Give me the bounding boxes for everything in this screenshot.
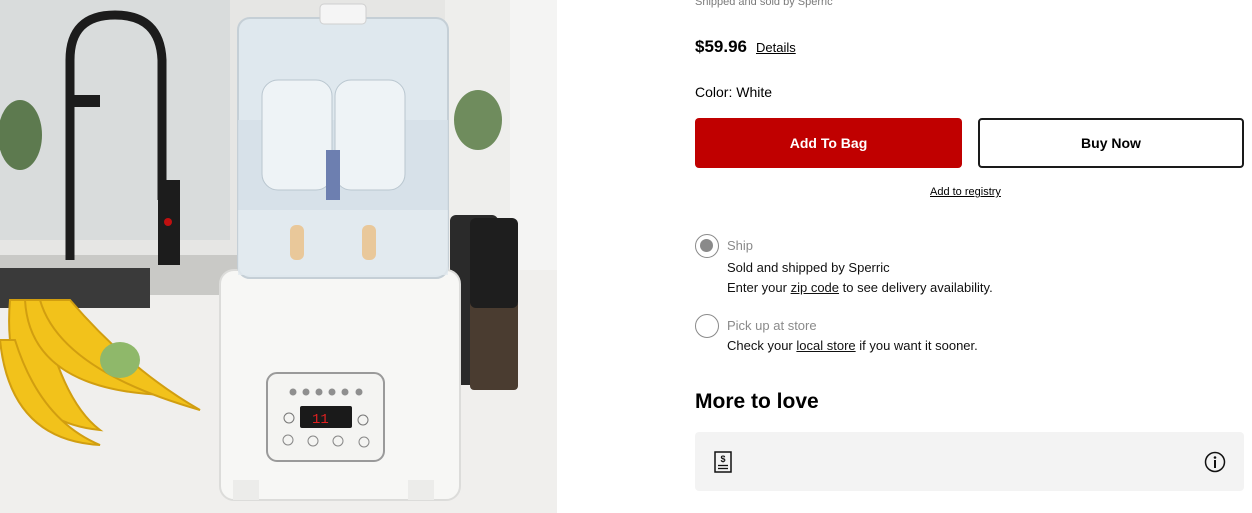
svg-text:11: 11 [312, 412, 329, 428]
svg-text:$: $ [720, 454, 725, 464]
pickup-title: Pick up at store [727, 318, 817, 333]
more-to-love-card[interactable]: $ [695, 432, 1244, 491]
pickup-store-line: Check your local store if you want it so… [727, 338, 978, 353]
ship-zip-line: Enter your zip code to see delivery avai… [727, 280, 993, 295]
pickup-suffix: if you want it sooner. [855, 338, 978, 353]
buy-now-button[interactable]: Buy Now [978, 118, 1244, 168]
zip-code-link[interactable]: zip code [791, 280, 839, 295]
details-link[interactable]: Details [756, 40, 796, 55]
local-store-link[interactable]: local store [796, 338, 855, 353]
ship-radio[interactable] [695, 234, 719, 258]
receipt-dollar-icon: $ [714, 451, 732, 478]
ship-zip-suffix: to see delivery availability. [839, 280, 993, 295]
seller-text: Shipped and sold by Sperric [695, 0, 833, 8]
ship-zip-prefix: Enter your [727, 280, 791, 295]
info-icon[interactable] [1204, 451, 1226, 478]
color-label: Color: White [695, 84, 773, 100]
product-image[interactable]: 11 [0, 0, 557, 513]
ship-title: Ship [727, 238, 754, 253]
pickup-prefix: Check your [727, 338, 797, 353]
pickup-radio[interactable] [695, 314, 719, 338]
ship-seller-text: Sold and shipped by Sperric [727, 260, 890, 275]
price: $59.96 [695, 37, 747, 56]
add-to-bag-button[interactable]: Add To Bag [695, 118, 962, 168]
more-to-love-title: More to love [695, 390, 819, 413]
price-row: $59.96 Details [695, 37, 796, 57]
add-to-registry-link[interactable]: Add to registry [930, 186, 1001, 198]
